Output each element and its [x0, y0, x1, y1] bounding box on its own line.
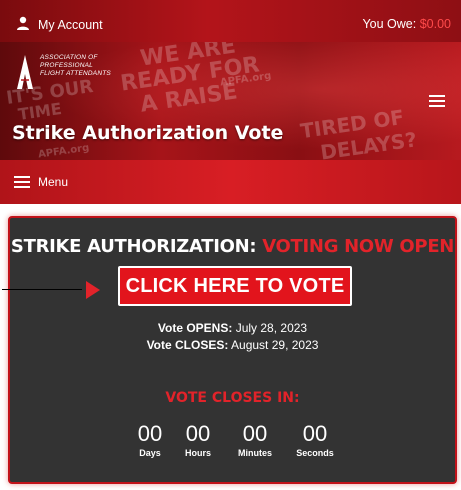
- my-account-label: My Account: [38, 17, 103, 32]
- background-sign: APFA.org: [37, 142, 90, 160]
- logo-line: ASSOCIATION OF: [40, 54, 98, 61]
- countdown-title: VOTE CLOSES IN:: [165, 390, 300, 406]
- hamburger-icon: [14, 173, 30, 191]
- logo-line: FLIGHT ATTENDANTS: [40, 70, 111, 77]
- hero-menu-icon[interactable]: [429, 92, 445, 110]
- menu-label: Menu: [38, 175, 69, 189]
- countdown-value: 00: [242, 421, 268, 446]
- countdown-label: Hours: [184, 448, 211, 458]
- countdown-seconds: 00 Seconds: [284, 421, 346, 459]
- apfa-monogram-icon: [16, 54, 34, 95]
- countdown-minutes: 00 Minutes: [226, 421, 284, 459]
- vote-opens-label: Vote OPENS:: [157, 321, 233, 335]
- countdown-timer: 00 Days 00 Hours 00 Minutes 00 Seconds: [130, 421, 346, 459]
- countdown-label: Seconds: [296, 448, 334, 458]
- owe-label: You Owe:: [362, 17, 417, 31]
- logo-line: PROFESSIONAL: [40, 62, 93, 69]
- vote-button[interactable]: CLICK HERE TO VOTE: [118, 266, 352, 306]
- user-icon: [16, 16, 30, 33]
- vote-opens-date: July 28, 2023: [235, 321, 308, 335]
- pointer-line: [2, 289, 82, 290]
- vote-closes-label: Vote CLOSES:: [146, 338, 229, 352]
- countdown-label: Minutes: [237, 448, 272, 458]
- vote-closes-date: August 29, 2023: [231, 338, 319, 352]
- arrow-right-icon: [86, 281, 100, 299]
- vote-closes-line: Vote CLOSES: August 29, 2023: [10, 337, 455, 354]
- menu-bar[interactable]: Menu: [0, 160, 461, 204]
- vote-opens-line: Vote OPENS: July 28, 2023: [10, 320, 455, 337]
- my-account-link[interactable]: My Account: [16, 16, 103, 33]
- countdown-days: 00 Days: [130, 421, 170, 459]
- vote-heading-white: STRIKE AUTHORIZATION:: [10, 236, 257, 257]
- apfa-logo[interactable]: ASSOCIATION OF PROFESSIONAL FLIGHT ATTEN…: [16, 54, 111, 95]
- balance-display[interactable]: You Owe: $0.00: [362, 17, 451, 31]
- countdown-value: 00: [137, 421, 163, 446]
- owe-amount: $0.00: [419, 17, 451, 31]
- countdown-value: 00: [302, 421, 328, 446]
- countdown-label: Days: [139, 448, 161, 458]
- countdown-hours: 00 Hours: [170, 421, 226, 459]
- vote-dates: Vote OPENS: July 28, 2023 Vote CLOSES: A…: [10, 320, 455, 354]
- vote-heading: STRIKE AUTHORIZATION: VOTING NOW OPEN: [10, 236, 455, 257]
- vote-card: STRIKE AUTHORIZATION: VOTING NOW OPEN CL…: [2, 216, 457, 484]
- vote-heading-red: VOTING NOW OPEN: [262, 236, 455, 257]
- page-title: Strike Authorization Vote: [12, 122, 284, 144]
- hero-banner: WE ARE READY FOR A RAISE IT'S OUR TIME T…: [0, 42, 461, 160]
- countdown-value: 00: [185, 421, 211, 446]
